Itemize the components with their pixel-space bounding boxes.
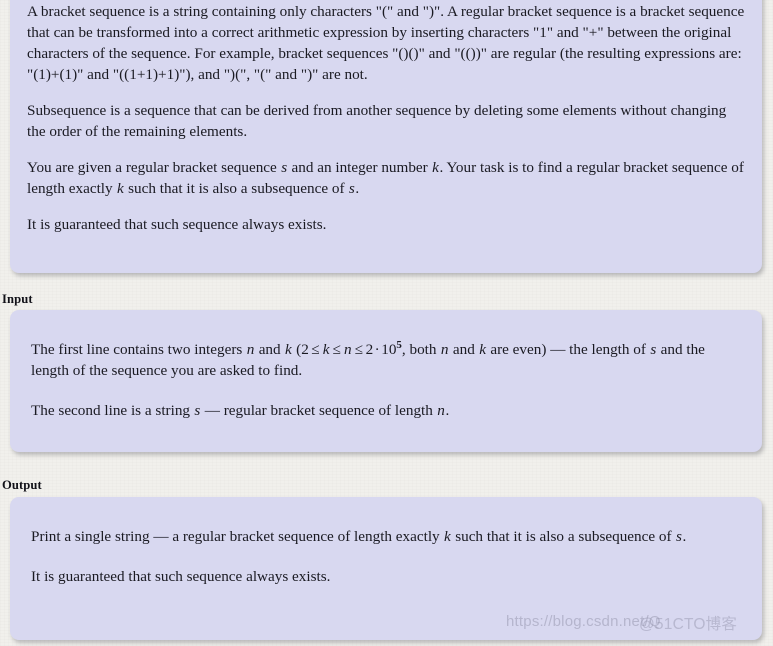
constraint-formula: 2 ≤ k ≤ n ≤2·105 [301, 338, 402, 358]
math-variable: k [117, 179, 124, 197]
math-variable: k [285, 341, 292, 358]
math-variable: n [440, 341, 449, 358]
paragraph-output-guarantee: It is guaranteed that such sequence alwa… [31, 567, 331, 585]
math-variable: s [281, 158, 288, 176]
math-variable: n [246, 341, 255, 358]
math-variable: k [479, 341, 486, 358]
math-variable: s [348, 179, 355, 197]
paragraph-definition: A bracket sequence is a string containin… [27, 3, 745, 83]
math-variable: s [650, 341, 657, 358]
paragraph-task: You are given a regular bracket sequence… [27, 158, 744, 197]
problem-statement-box: A bracket sequence is a string containin… [10, 0, 762, 273]
paragraph-input-first-line: The first line contains two integers n a… [31, 338, 705, 379]
output-section-title: Output [2, 478, 42, 492]
paragraph-output-print-line: Print a single string — a regular bracke… [31, 528, 687, 545]
paragraph-input-second-line: The second line is a string s — regular … [31, 401, 450, 419]
math-variable: s [675, 528, 682, 545]
paragraph-guarantee: It is guaranteed that such sequence alwa… [27, 215, 327, 233]
input-section-box: The first line contains two integers n a… [10, 310, 762, 452]
paragraph-subsequence-definition: Subsequence is a sequence that can be de… [27, 101, 727, 140]
math-variable: k [444, 528, 451, 545]
math-variable: n [437, 401, 445, 419]
input-section-title: Input [2, 292, 33, 306]
math-variable: s [194, 401, 201, 419]
math-variable: k [432, 158, 439, 176]
output-section-box: Print a single string — a regular bracke… [10, 497, 762, 640]
